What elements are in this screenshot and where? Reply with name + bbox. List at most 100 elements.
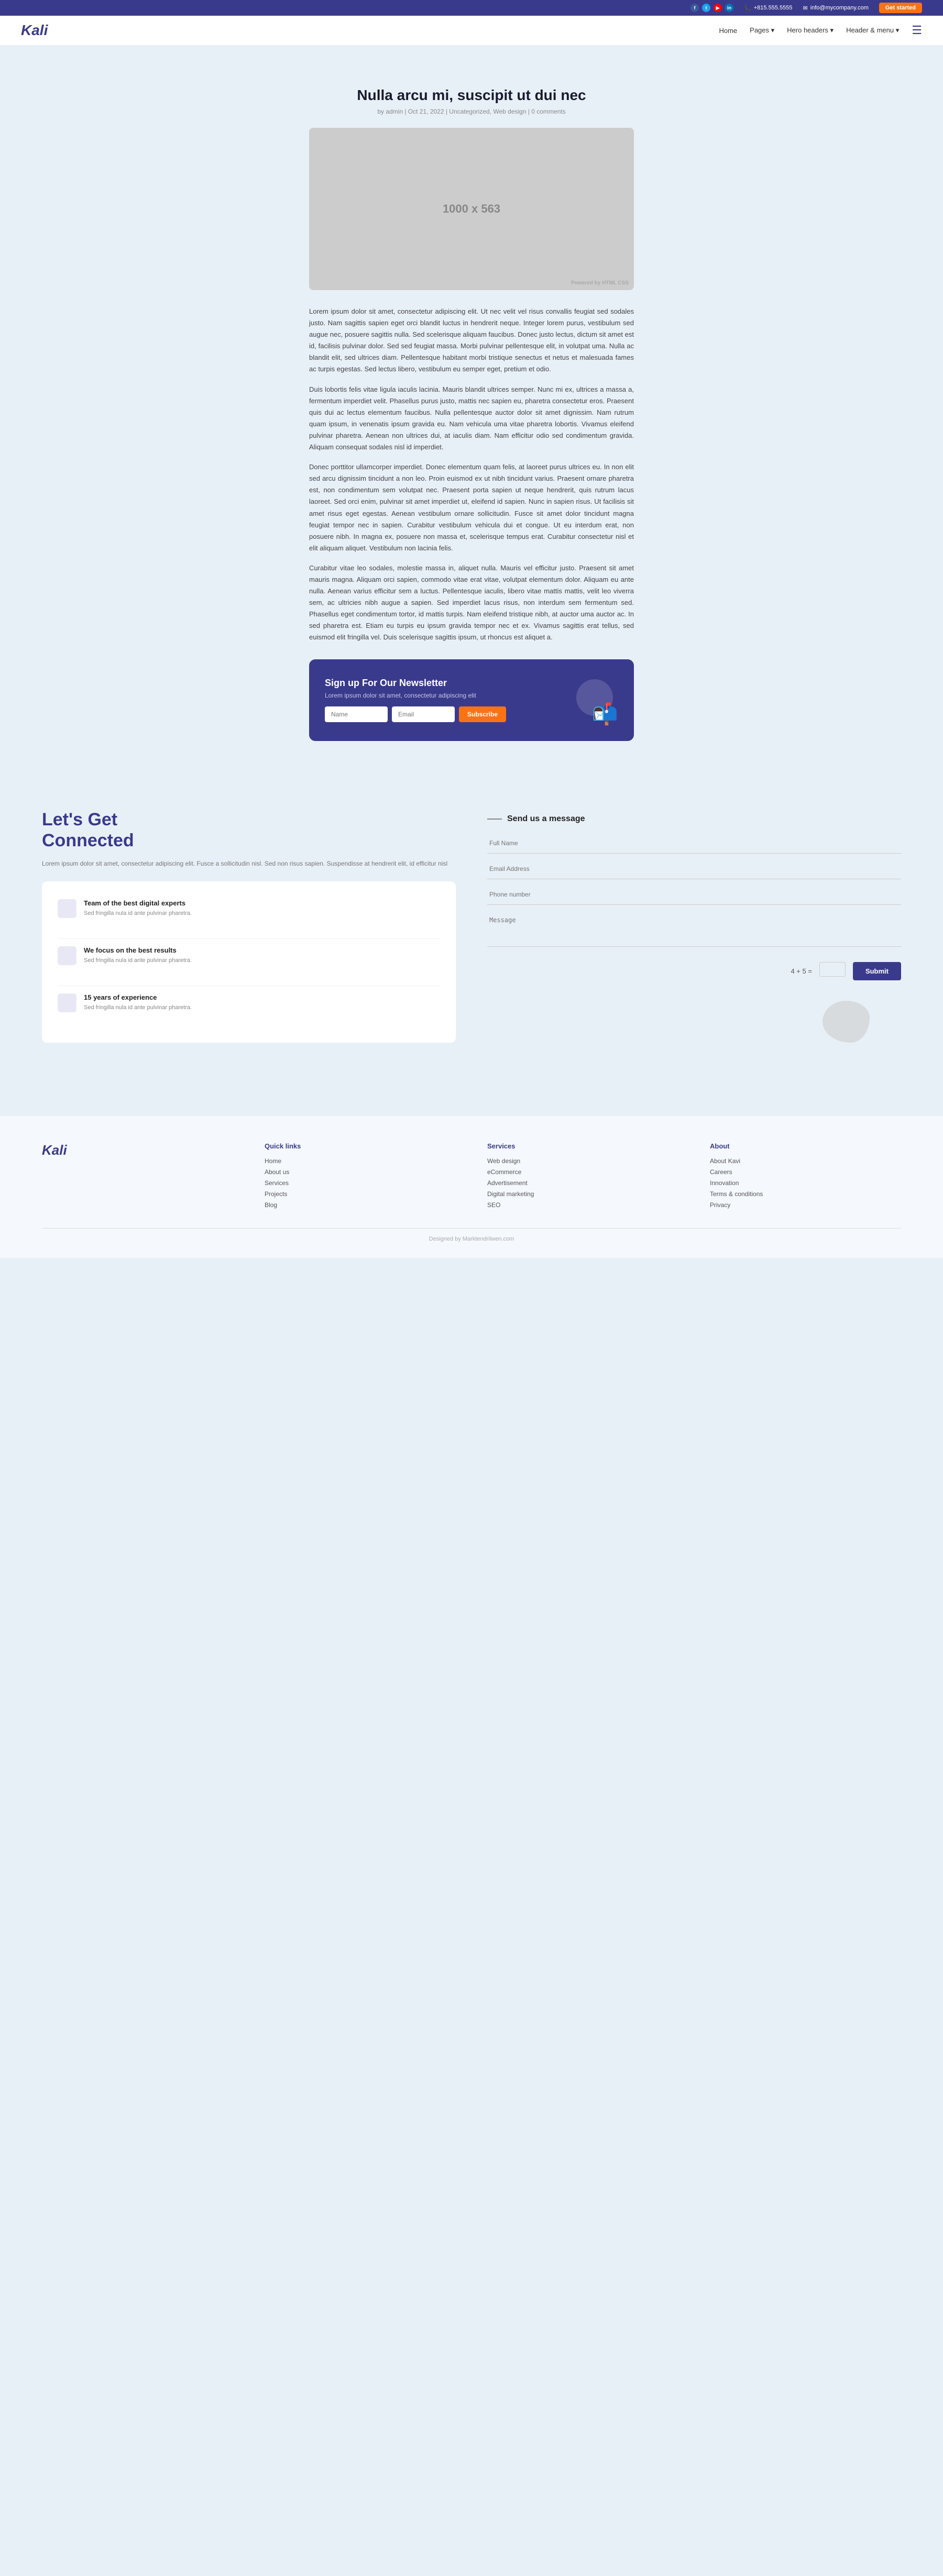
feature-item-1: Team of the best digital experts Sed fri… <box>58 892 440 939</box>
captcha-text: 4 + 5 = <box>791 967 812 975</box>
feature-item-3: 15 years of experience Sed fringilla nul… <box>58 986 440 1033</box>
service-webdesign[interactable]: Web design <box>487 1157 678 1165</box>
about-terms[interactable]: Terms & conditions <box>710 1190 901 1198</box>
services-title: Services <box>487 1142 678 1150</box>
navbar: Kali Home Pages ▾ Hero headers ▾ Header … <box>0 16 943 45</box>
quicklink-home[interactable]: Home <box>265 1157 456 1165</box>
spacer <box>0 1085 943 1116</box>
quicklink-about[interactable]: About us <box>265 1168 456 1176</box>
message-field <box>487 910 901 957</box>
fullname-input[interactable] <box>487 833 901 854</box>
article-title: Nulla arcu mi, suscipit ut dui nec <box>309 87 634 104</box>
article-paragraph-4: Curabitur vitae leo sodales, molestie ma… <box>309 562 634 644</box>
nav-links: Home Pages ▾ Hero headers ▾ Header & men… <box>719 24 922 37</box>
about-kavi[interactable]: About Kavi <box>710 1157 901 1165</box>
about-careers[interactable]: Careers <box>710 1168 901 1176</box>
feature-desc-3: Sed fringilla nula id ante pulvinar phar… <box>84 1003 192 1013</box>
contact-form: 4 + 5 = Submit <box>487 833 901 980</box>
footer-bottom: Designed by Marktendrilwen.com <box>42 1228 901 1242</box>
newsletter-email-input[interactable] <box>392 706 455 722</box>
nav-hero-headers[interactable]: Hero headers ▾ <box>787 26 834 35</box>
heading-line2: Connected <box>42 831 134 850</box>
quicklinks-title: Quick links <box>265 1142 456 1150</box>
article-wrapper: Nulla arcu mi, suscipit ut dui nec by ad… <box>299 66 644 778</box>
captcha-row: 4 + 5 = Submit <box>487 962 901 980</box>
topbar-phone: 📞 +815.555.5555 <box>744 5 792 12</box>
feature-card: Team of the best digital experts Sed fri… <box>42 881 456 1043</box>
quicklink-services[interactable]: Services <box>265 1179 456 1187</box>
phone-number: +815.555.5555 <box>754 5 793 11</box>
image-placeholder-text: 1000 x 563 <box>443 202 500 216</box>
left-column: Let's Get Connected Lorem ipsum dolor si… <box>42 809 456 1043</box>
email-field <box>487 859 901 882</box>
newsletter-subscribe-button[interactable]: Subscribe <box>459 706 506 722</box>
about-innovation[interactable]: Innovation <box>710 1179 901 1187</box>
footer-logo-col: Kali <box>42 1142 233 1212</box>
topbar: f t ▶ in 📞 +815.555.5555 ✉ info@mycompan… <box>0 0 943 16</box>
footer-logo[interactable]: Kali <box>42 1142 233 1158</box>
about-title: About <box>710 1142 901 1150</box>
footer-top: Kali Quick links Home About us Services … <box>42 1142 901 1212</box>
newsletter-decoration: 📬 <box>566 674 618 726</box>
phone-input[interactable] <box>487 885 901 905</box>
linkedin-icon[interactable]: in <box>725 4 733 12</box>
newsletter-subtitle: Lorem ipsum dolor sit amet, consectetur … <box>325 692 566 699</box>
newsletter-left: Sign up For Our Newsletter Lorem ipsum d… <box>325 678 566 722</box>
captcha-input[interactable] <box>819 962 846 977</box>
feature-desc-2: Sed fringilla nula id ante pulvinar phar… <box>84 956 192 966</box>
newsletter-section: Sign up For Our Newsletter Lorem ipsum d… <box>309 659 634 741</box>
email-input[interactable] <box>487 859 901 879</box>
article-body: Lorem ipsum dolor sit amet, consectetur … <box>309 306 634 644</box>
article-meta: by admin | Oct 21, 2022 | Uncategorized,… <box>309 108 634 115</box>
hamburger-menu-icon[interactable]: ☰ <box>912 24 922 37</box>
footer-quicklinks: Quick links Home About us Services Proje… <box>265 1142 456 1212</box>
connected-heading: Let's Get Connected <box>42 809 456 852</box>
service-advertisement[interactable]: Advertisement <box>487 1179 678 1187</box>
about-privacy[interactable]: Privacy <box>710 1201 901 1209</box>
feature-text-1: Team of the best digital experts Sed fri… <box>84 899 192 931</box>
service-digital-marketing[interactable]: Digital marketing <box>487 1190 678 1198</box>
social-icons: f t ▶ in <box>690 4 733 12</box>
submit-button[interactable]: Submit <box>853 962 901 980</box>
feature-icon-3 <box>58 993 76 1012</box>
article-paragraph-3: Donec porttitor ullamcorper imperdiet. D… <box>309 461 634 554</box>
message-input[interactable] <box>487 910 901 947</box>
nav-header-menu[interactable]: Header & menu ▾ <box>846 26 899 35</box>
heading-line1: Let's Get <box>42 810 117 830</box>
site-logo[interactable]: Kali <box>21 22 48 39</box>
nav-home[interactable]: Home <box>719 27 737 35</box>
feature-title-1: Team of the best digital experts <box>84 899 192 907</box>
feature-icon-2 <box>58 946 76 965</box>
service-ecommerce[interactable]: eCommerce <box>487 1168 678 1176</box>
get-started-button[interactable]: Get started <box>879 3 922 13</box>
feature-title-2: We focus on the best results <box>84 946 192 954</box>
nav-pages[interactable]: Pages ▾ <box>750 26 774 35</box>
twitter-icon[interactable]: t <box>702 4 710 12</box>
footer: Kali Quick links Home About us Services … <box>0 1116 943 1258</box>
copyright-text: Designed by Marktendrilwen.com <box>429 1236 514 1242</box>
powered-label: Powered by HTML CSS <box>571 280 629 286</box>
feature-text-3: 15 years of experience Sed fringilla nul… <box>84 993 192 1025</box>
left-description: Lorem ipsum dolor sit amet, consectetur … <box>42 859 456 869</box>
feature-item-2: We focus on the best results Sed fringil… <box>58 939 440 986</box>
email-icon: ✉ <box>803 5 807 12</box>
quicklink-projects[interactable]: Projects <box>265 1190 456 1198</box>
service-seo[interactable]: SEO <box>487 1201 678 1209</box>
phone-field <box>487 885 901 908</box>
topbar-email: ✉ info@mycompany.com <box>803 5 868 12</box>
article-image: 1000 x 563 Powered by HTML CSS <box>309 128 634 290</box>
facebook-icon[interactable]: f <box>690 4 699 12</box>
right-column: Send us a message 4 + 5 = Submit <box>487 809 901 980</box>
newsletter-form: Subscribe <box>325 706 566 722</box>
footer-about: About About Kavi Careers Innovation Term… <box>710 1142 901 1212</box>
quicklink-blog[interactable]: Blog <box>265 1201 456 1209</box>
youtube-icon[interactable]: ▶ <box>714 4 722 12</box>
two-col-section: Let's Get Connected Lorem ipsum dolor si… <box>0 778 943 1085</box>
footer-services: Services Web design eCommerce Advertisem… <box>487 1142 678 1212</box>
newsletter-name-input[interactable] <box>325 706 388 722</box>
fullname-field <box>487 833 901 857</box>
feature-icon-1 <box>58 899 76 918</box>
phone-icon: 📞 <box>744 5 751 12</box>
feature-desc-1: Sed fringilla nula id ante pulvinar phar… <box>84 909 192 919</box>
feature-title-3: 15 years of experience <box>84 993 192 1001</box>
